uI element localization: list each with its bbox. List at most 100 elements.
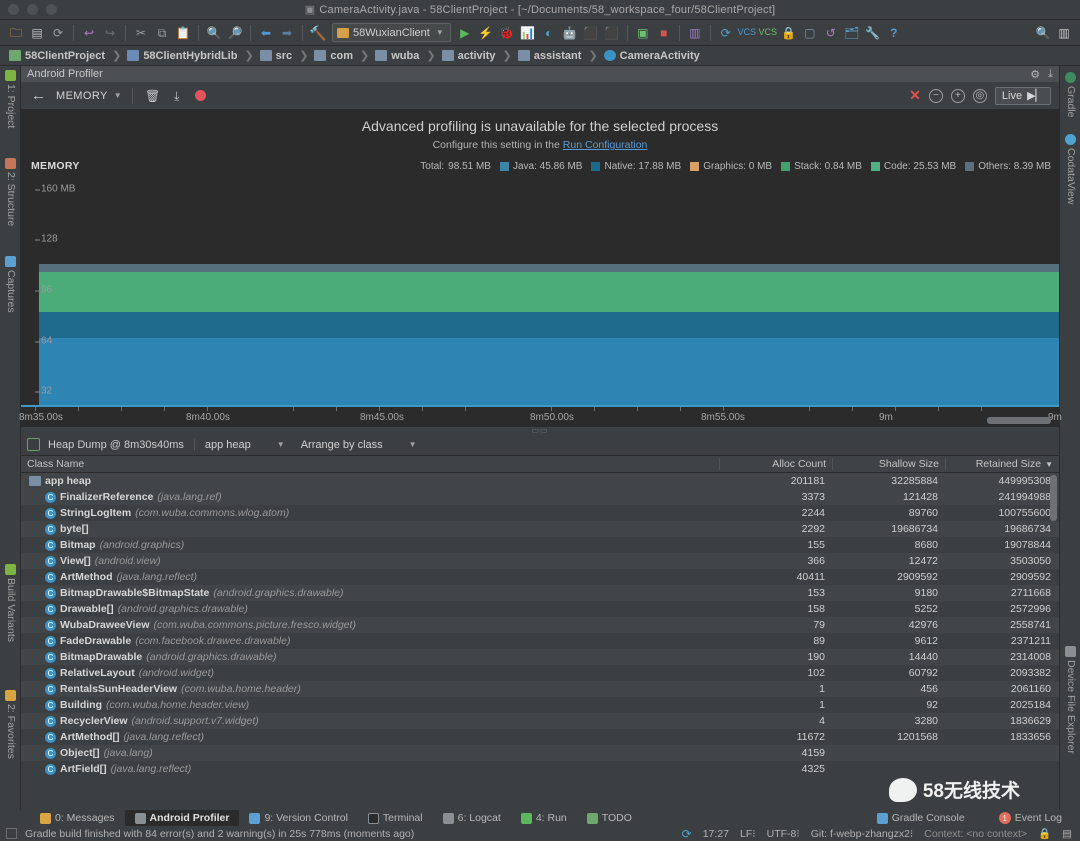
search-icon[interactable]: 🔍 (204, 23, 224, 43)
settings-icon[interactable]: 🔧 (863, 23, 883, 43)
sidebar-item-captures[interactable]: Captures (5, 256, 17, 313)
table-row[interactable]: C Object[] (java.lang) 4159 (21, 745, 1059, 761)
breadcrumb-item-activity[interactable]: activity ❯ (439, 49, 515, 62)
revert-icon[interactable]: ↺ (821, 23, 841, 43)
run-configuration-link[interactable]: Run Configuration (563, 139, 648, 151)
run-icon[interactable]: ▶ (455, 23, 475, 43)
bottom-tab-android-profiler[interactable]: Android Profiler (124, 810, 240, 826)
sidebar-item-device-file-explorer[interactable]: Device File Explorer (1065, 646, 1077, 754)
heap-select[interactable]: app heap ▼ (195, 439, 291, 451)
reset-zoom-icon[interactable]: ◎ (972, 88, 987, 103)
close-icon[interactable]: ✕ (909, 87, 921, 104)
bottom-right-tabs[interactable]: Gradle Console 1 Event Log (867, 810, 1072, 826)
record-icon[interactable] (194, 90, 206, 101)
stop-process-icon[interactable]: ■ (654, 23, 674, 43)
sidebar-item-structure[interactable]: 2: Structure (5, 158, 17, 226)
status-bar-right[interactable]: ⟳ 17:27 LF⁝ UTF-8⁝ Git: f-webp-zhangzx2⁝… (682, 827, 1072, 841)
table-row[interactable]: C ArtField[] (java.lang.reflect) 4325 (21, 761, 1059, 777)
sidebar-item-gradle[interactable]: Gradle (1065, 72, 1077, 118)
trash-icon[interactable]: 🗑 (143, 86, 163, 106)
device-icon[interactable]: ▢ (800, 23, 820, 43)
monitor-icon[interactable]: ◐ (539, 23, 559, 43)
avatar-icon[interactable]: ▥ (1054, 23, 1074, 43)
right-tool-rail[interactable]: Gradle CodataView Device File Explorer (1059, 66, 1080, 812)
bottom-tab-messages[interactable]: 0: Messages (30, 810, 125, 826)
bottom-tab-version-control[interactable]: 9: Version Control (239, 810, 357, 826)
zoom-in-icon[interactable]: + (950, 88, 965, 103)
table-row[interactable]: C ArtMethod[] (java.lang.reflect) 11672 1201… (21, 729, 1059, 745)
table-row[interactable]: C Drawable[] (android.graphics.drawable) 15… (21, 601, 1059, 617)
chevron-down-icon[interactable]: ▼ (114, 91, 122, 100)
column-header-alloc-count[interactable]: Alloc Count (720, 458, 833, 470)
column-header-retained-size[interactable]: Retained Size ▼ (946, 458, 1059, 470)
redo-icon[interactable]: ↪ (100, 23, 120, 43)
table-row[interactable]: C RelativeLayout (android.widget) 102 60792 2… (21, 665, 1059, 681)
column-header-class-name[interactable]: Class Name (21, 458, 720, 470)
table-row[interactable]: C RentalsSunHeaderView (com.wuba.home.head… (21, 681, 1059, 697)
stop-icon[interactable]: ▣ (633, 23, 653, 43)
breadcrumb-item-src[interactable]: src ❯ (257, 49, 312, 62)
breadcrumb-item-assistant[interactable]: assistant ❯ (515, 49, 601, 62)
chart-x-axis[interactable]: 8m35.00s 8m40.00s 8m45.00s 8m50.00s 8m55… (19, 405, 1062, 427)
bottom-tab-terminal[interactable]: Terminal (358, 810, 433, 826)
table-vertical-scrollbar[interactable] (1050, 475, 1057, 521)
save-icon[interactable]: ▤ (27, 23, 47, 43)
table-row[interactable]: C WubaDraweeView (com.wuba.commons.picture… (21, 617, 1059, 633)
table-row[interactable]: C View[] (android.view) 366 12472 3503050 (21, 553, 1059, 569)
build-icon[interactable]: 🔨 (308, 23, 328, 43)
breadcrumb[interactable]: 58ClientProject ❯ 58ClientHybridLib ❯ src ❯… (0, 46, 1080, 66)
status-toggle-icon[interactable] (6, 828, 17, 839)
heap-table-header[interactable]: Class Name Alloc Count Shallow Size Reta… (21, 456, 1059, 473)
bottom-tab-gradle-console[interactable]: Gradle Console (867, 810, 975, 826)
table-row[interactable]: C Bitmap (android.graphics) 155 8680 19078844 (21, 537, 1059, 553)
profile-icon[interactable]: 📊 (518, 23, 538, 43)
sidebar-item-codataview[interactable]: CodataView (1065, 134, 1077, 204)
run-configuration-selector[interactable]: 58WuxianClient ▼ (332, 23, 451, 42)
bottom-tab-logcat[interactable]: 6: Logcat (433, 810, 511, 826)
cut-icon[interactable]: ✂ (131, 23, 151, 43)
table-row[interactable]: C BitmapDrawable$BitmapState (android.grap… (21, 585, 1059, 601)
breadcrumb-item-com[interactable]: com ❯ (311, 49, 372, 62)
left-tool-rail[interactable]: 1: Project 2: Structure Captures Build V… (0, 66, 21, 812)
table-row[interactable]: C ArtMethod (java.lang.reflect) 40411 290959… (21, 569, 1059, 585)
chart-horizontal-scrollbar[interactable] (987, 417, 1051, 424)
find-replace-icon[interactable]: 🔎 (225, 23, 245, 43)
search-everywhere-icon[interactable]: 🔍 (1033, 23, 1053, 43)
panel-splitter[interactable]: ▭▭ (21, 426, 1059, 435)
table-row[interactable]: C RecyclerView (android.support.v7.widget)… (21, 713, 1059, 729)
git-branch-selector[interactable]: Git: f-webp-zhangzx2⁝ (811, 828, 914, 840)
lock-icon[interactable]: 🔒 (779, 23, 799, 43)
forward-icon[interactable]: ➡ (277, 23, 297, 43)
breadcrumb-item-library[interactable]: 58ClientHybridLib ❯ (124, 49, 256, 62)
vcs-update-icon[interactable]: VCS (737, 23, 757, 43)
panel-header-actions[interactable]: ⚙ ⤓ (1030, 68, 1053, 81)
android-icon[interactable]: 🤖 (560, 23, 580, 43)
sdk-manager-icon[interactable]: ⬛ (581, 23, 601, 43)
breadcrumb-item-wuba[interactable]: wuba ❯ (372, 49, 438, 62)
bottom-tool-tabs[interactable]: 0: Messages Android Profiler 9: Version … (0, 810, 1080, 826)
bottom-tab-run[interactable]: 4: Run (511, 810, 577, 826)
lock-icon[interactable]: 🔒 (1038, 827, 1051, 840)
export-heap-dump-icon[interactable]: ⤓ (167, 86, 187, 106)
project-structure-icon[interactable]: 🗂 (842, 23, 862, 43)
back-arrow-icon[interactable]: ← (29, 87, 52, 104)
table-row[interactable]: C FinalizerReference (java.lang.ref) 3373 12… (21, 489, 1059, 505)
help-icon[interactable]: ? (884, 23, 904, 43)
table-row[interactable]: C StringLogItem (com.wuba.commons.wlog.ato… (21, 505, 1059, 521)
undo-icon[interactable]: ↩ (79, 23, 99, 43)
debug-icon[interactable]: 🐞 (497, 23, 517, 43)
encoding-selector[interactable]: UTF-8⁝ (767, 828, 800, 840)
main-toolbar[interactable]: 🗀 ▤ ⟳ ↩ ↪ ✂ ⧉ 📋 🔍 🔎 ⬅ ➡ 🔨 58WuxianClient… (0, 20, 1080, 46)
copy-icon[interactable]: ⧉ (152, 23, 172, 43)
heap-table-body[interactable]: app heap 201181 32285884 449995308 C Fina… (21, 473, 1059, 812)
vcs-commit-icon[interactable]: VCS (758, 23, 778, 43)
layout-inspector-icon[interactable]: ▥ (685, 23, 705, 43)
live-button[interactable]: Live ▶▏ (994, 86, 1051, 105)
memory-chart[interactable]: 160 MB 128 96 64 32 8m35.00s 8m40.00s 8m… (19, 175, 1062, 427)
column-header-shallow-size[interactable]: Shallow Size (833, 458, 946, 470)
breadcrumb-item-class[interactable]: CameraActivity (601, 50, 703, 62)
hide-icon[interactable]: ⤓ (1048, 68, 1053, 81)
sync-icon[interactable]: ⟳ (48, 23, 68, 43)
sync-gradle-icon[interactable]: ⟳ (716, 23, 736, 43)
breadcrumb-item-project[interactable]: 58ClientProject ❯ (6, 49, 124, 62)
